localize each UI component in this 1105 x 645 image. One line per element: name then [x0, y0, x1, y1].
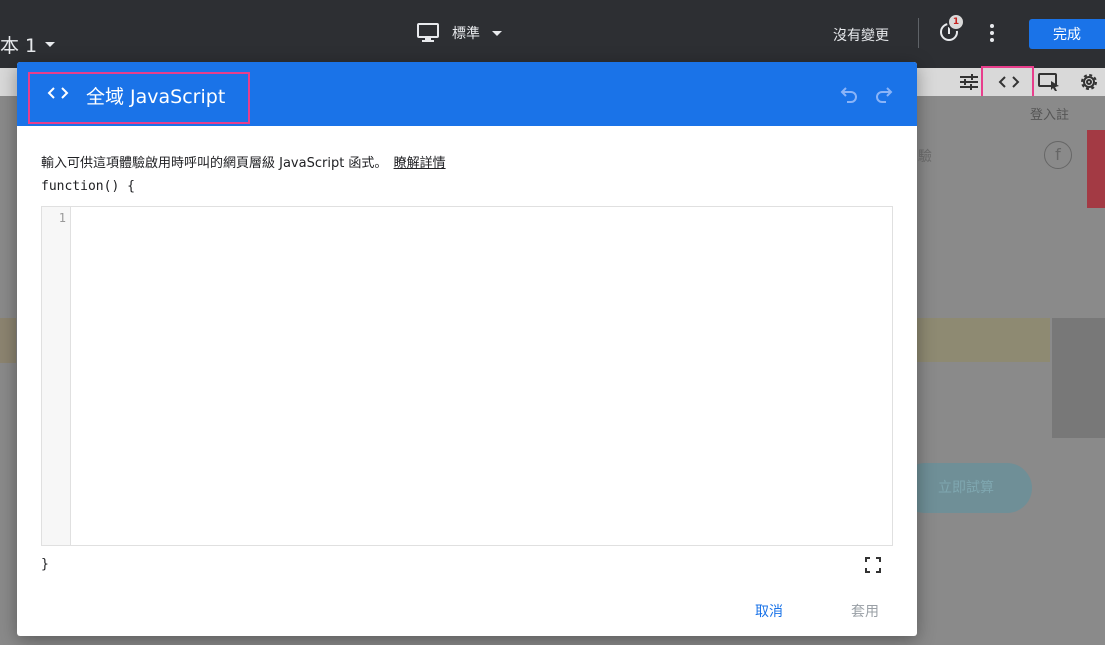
cancel-button[interactable]: 取消 [755, 601, 783, 621]
description-text: 輸入可供這項體驗啟用時呼叫的網頁層級 JavaScript 函式。 [41, 156, 388, 171]
device-selector[interactable]: 標準 [416, 22, 502, 44]
tune-icon[interactable] [956, 68, 982, 96]
login-link: 登入註 [1030, 108, 1070, 123]
background-banner-left [0, 318, 16, 363]
learn-more-link[interactable]: 瞭解詳情 [394, 156, 446, 171]
variant-label: 本 1 [0, 35, 38, 57]
dialog-header: 全域 JavaScript [17, 62, 917, 126]
global-javascript-dialog: 全域 JavaScript 輸入可供這項體驗啟用時呼叫的網頁層級 JavaScr… [17, 62, 917, 636]
variant-selector[interactable]: 本 1 [0, 31, 56, 58]
divider [918, 18, 919, 48]
redo-icon[interactable] [874, 84, 894, 104]
cta-button: 立即試算 [900, 463, 1032, 513]
function-open: function() { [41, 179, 135, 194]
code-button-highlight [981, 66, 1034, 98]
device-label: 標準 [452, 26, 480, 42]
dialog-title: 全域 JavaScript [86, 86, 226, 108]
dialog-description: 輸入可供這項體驗啟用時呼叫的網頁層級 JavaScript 函式。 瞭解詳情 [41, 152, 446, 171]
background-banner [900, 318, 1050, 362]
dropdown-arrow-icon [45, 42, 56, 47]
more-vert-icon[interactable] [990, 24, 996, 44]
code-icon [47, 87, 69, 99]
save-status: 沒有變更 [833, 28, 889, 44]
done-button[interactable]: 完成 [1029, 19, 1105, 49]
top-app-bar: 本 1 標準 沒有變更 1 完成 [0, 0, 1105, 68]
fullscreen-icon[interactable] [865, 557, 881, 573]
monitor-icon [417, 23, 439, 42]
background-block [1052, 318, 1105, 438]
side-tab [1087, 130, 1105, 208]
nav-text: 驗 [918, 149, 932, 165]
gear-icon[interactable] [1076, 68, 1102, 96]
undo-icon[interactable] [839, 84, 859, 104]
line-number: 1 [58, 211, 66, 225]
dropdown-arrow-icon [492, 30, 502, 36]
alert-count-badge: 1 [947, 13, 965, 31]
facebook-icon: f [1044, 141, 1072, 169]
apply-button[interactable]: 套用 [851, 601, 879, 621]
code-input[interactable] [72, 207, 892, 545]
function-close: } [41, 557, 49, 572]
line-gutter: 1 [42, 207, 71, 545]
select-element-icon[interactable] [1036, 68, 1062, 96]
code-editor[interactable]: 1 [41, 206, 893, 546]
